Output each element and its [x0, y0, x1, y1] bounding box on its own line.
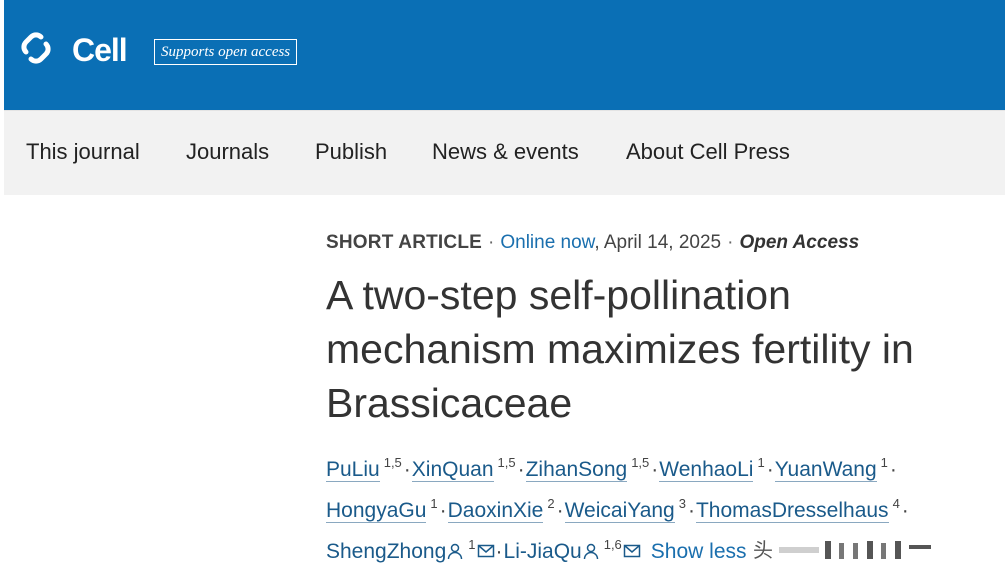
- author-link[interactable]: XinQuan: [411, 458, 494, 482]
- cell-logo-icon[interactable]: [18, 30, 54, 66]
- separator-dot: ·: [727, 232, 734, 253]
- show-less-button[interactable]: Show less: [651, 540, 747, 563]
- person-icon[interactable]: [582, 542, 600, 560]
- site-header: Cell Supports open access: [4, 0, 1005, 110]
- author-link[interactable]: Li-JiaQu: [503, 540, 582, 563]
- author-affiliation: 4: [892, 496, 900, 511]
- author-affiliation: 3: [678, 496, 686, 511]
- author-link[interactable]: WenhaoLi: [659, 458, 754, 482]
- author-affiliation: 1,6: [603, 537, 622, 552]
- nav-about-cell-press[interactable]: About Cell Press: [626, 139, 790, 165]
- author-affiliation: 1: [430, 496, 438, 511]
- separator-dot: ·: [488, 232, 495, 253]
- article-meta: SHORT ARTICLE · Online now, April 14, 2025…: [326, 232, 996, 254]
- nav-journals[interactable]: Journals: [186, 139, 269, 165]
- open-access-label: Open Access: [739, 232, 860, 253]
- article-title: A two-step self-pollination mechanism ma…: [326, 272, 914, 426]
- article-type: SHORT ARTICLE: [326, 232, 483, 253]
- svg-text:头: 头: [753, 538, 773, 562]
- author-link[interactable]: WeicaiYang: [564, 499, 675, 523]
- author-affiliation: 1,5: [631, 455, 650, 470]
- publication-date: , April 14, 2025: [594, 232, 722, 253]
- nav-this-journal[interactable]: This journal: [26, 139, 140, 165]
- author-affiliation: 1: [468, 537, 476, 552]
- journal-logo[interactable]: Cell: [72, 32, 128, 69]
- watermark-overlay: 头: [753, 538, 931, 562]
- nav-publish[interactable]: Publish: [315, 139, 387, 165]
- author-link[interactable]: ZihanSong: [525, 458, 628, 482]
- email-icon[interactable]: [623, 542, 641, 560]
- author-link[interactable]: DaoxinXie: [447, 499, 544, 523]
- author-affiliation: 1,5: [497, 455, 516, 470]
- online-now-link[interactable]: Online now: [500, 232, 594, 253]
- email-icon[interactable]: [477, 542, 495, 560]
- author-affiliation: 1,5: [383, 455, 402, 470]
- author-affiliation: 1: [880, 455, 888, 470]
- nav-news-events[interactable]: News & events: [432, 139, 579, 165]
- author-link[interactable]: HongyaGu: [326, 499, 427, 523]
- article-header: SHORT ARTICLE · Online now, April 14, 2025…: [326, 232, 996, 563]
- author-link[interactable]: PuLiu: [326, 458, 380, 482]
- author-affiliation: 2: [547, 496, 555, 511]
- main-nav: This journal Journals Publish News & eve…: [4, 110, 1005, 195]
- author-link[interactable]: YuanWang: [774, 458, 877, 482]
- open-access-badge[interactable]: Supports open access: [154, 39, 298, 65]
- author-link[interactable]: ShengZhong: [326, 540, 447, 563]
- author-list: PuLiu 1,5·XinQuan 1,5·ZihanSong 1,5·WenhaoL…: [326, 446, 996, 563]
- person-icon[interactable]: [446, 542, 464, 560]
- author-affiliation: 1: [757, 455, 765, 470]
- author-link[interactable]: ThomasDresselhaus: [695, 499, 889, 523]
